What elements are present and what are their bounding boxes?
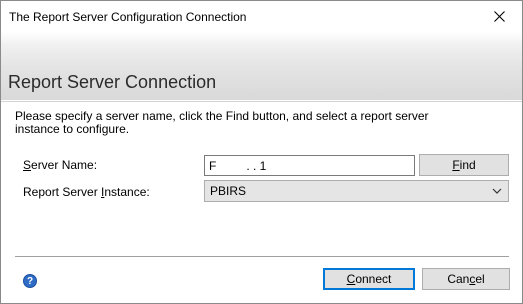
close-button[interactable] (476, 1, 522, 32)
server-name-label-post: erver Name: (31, 158, 98, 172)
help-icon[interactable]: ? (23, 274, 37, 288)
server-name-label-mnemonic: S (23, 158, 32, 172)
divider (15, 256, 509, 257)
instance-label: Report Server Instance: (23, 185, 150, 199)
banner-title: Report Server Connection (8, 72, 217, 92)
find-button[interactable]: Find (419, 154, 509, 176)
instance-label-pre: Report Server (23, 185, 102, 199)
header-banner: Report Server Connection (1, 32, 522, 100)
connect-button[interactable]: Connect (323, 268, 415, 290)
cancel-button-post: el (475, 272, 485, 286)
close-icon (493, 11, 505, 22)
connect-button-label: onnect (355, 272, 392, 286)
instance-select[interactable]: PBIRS (204, 180, 509, 202)
server-name-label: Server Name: (23, 158, 97, 172)
chevron-down-icon (492, 188, 502, 194)
server-name-input[interactable] (204, 155, 415, 176)
content-area: Please specify a server name, click the … (1, 101, 522, 257)
window-title: The Report Server Configuration Connecti… (9, 10, 247, 24)
cancel-button[interactable]: Can c el (422, 268, 510, 290)
dialog-window: The Report Server Configuration Connecti… (0, 0, 523, 304)
title-bar[interactable]: The Report Server Configuration Connecti… (1, 1, 522, 32)
instructions-text: Please specify a server name, click the … (15, 109, 429, 136)
connect-button-mnemonic: C (346, 272, 356, 286)
find-button-label: ind (459, 158, 476, 172)
instance-label-post: nstance: (104, 185, 150, 199)
cancel-button-pre: Can (447, 272, 470, 286)
find-button-mnemonic: F (452, 158, 460, 172)
instance-selected-value: PBIRS (210, 184, 247, 198)
